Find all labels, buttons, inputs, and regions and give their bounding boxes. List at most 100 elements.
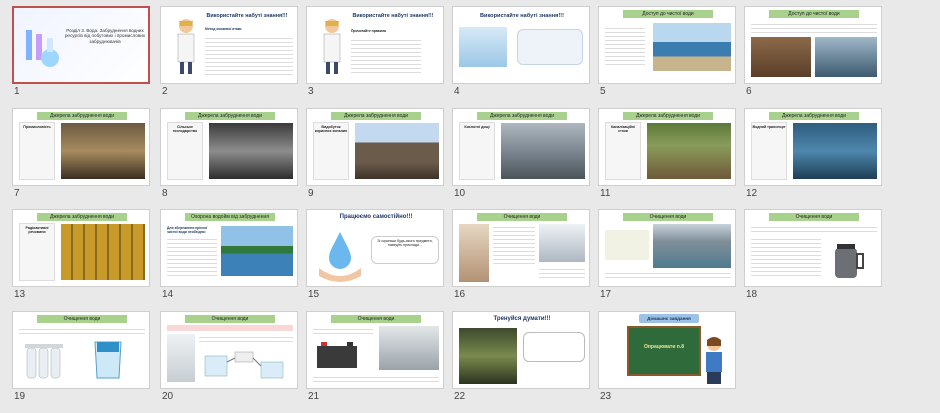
slide-thumb-7[interactable]: Джерела забруднення води Промисловість 7 (12, 108, 158, 210)
slide-body (751, 21, 877, 33)
slide-15[interactable]: Працюємо самостійно!!! Зі скриньки будь-… (306, 209, 444, 287)
slide-thumb-13[interactable]: Джерела забруднення води Радіоактивні ре… (12, 209, 158, 311)
slide-number: 6 (746, 86, 752, 97)
slide-3[interactable]: Використайте набуті знання!!! Прочитайте… (306, 6, 444, 84)
task-bubble: Зі скриньки будь-якого предмета, наведіт… (371, 236, 439, 264)
barrels-photo (61, 224, 145, 280)
filter-system-photo (23, 338, 73, 382)
slide-9[interactable]: Джерела забруднення води Видобуток корис… (306, 108, 444, 186)
slide-number: 19 (14, 391, 26, 402)
slide-number: 11 (600, 188, 611, 199)
slide-21[interactable]: Очищення води (306, 311, 444, 389)
slide-5[interactable]: Доступ до чистої води (598, 6, 736, 84)
slide-thumb-15[interactable]: Працюємо самостійно!!! Зі скриньки будь-… (306, 209, 452, 311)
oil-spill-photo (793, 123, 877, 179)
slide-body (493, 224, 535, 264)
distiller-photo (167, 334, 195, 382)
slide-thumb-19[interactable]: Очищення води 19 (12, 311, 158, 413)
slide-title: Тренуйся думати!!! (493, 316, 551, 322)
slide-number: 23 (600, 391, 612, 402)
source-label-box: Сільське господарство (167, 122, 203, 180)
slide-header-band: Джерела забруднення води (331, 112, 421, 120)
slide-11[interactable]: Джерела забруднення води Каналізаційні с… (598, 108, 736, 186)
slide-number: 21 (308, 391, 320, 402)
slide-body (205, 35, 293, 75)
slide-number: 14 (162, 289, 174, 300)
battery-photo (315, 340, 359, 370)
slide-header-band: Джерела забруднення води (37, 213, 127, 221)
slide-thumb-4[interactable]: Використайте набуті знання!!! 4 (452, 6, 598, 108)
slide-12[interactable]: Джерела забруднення води Водний транспор… (744, 108, 882, 186)
slide-23[interactable]: Домашнє завдання Опрацювати п.8 (598, 311, 736, 389)
slide-thumb-14[interactable]: Охорона водойм від забруднення Для збере… (160, 209, 306, 311)
slide-body (19, 326, 145, 334)
slide-14[interactable]: Охорона водойм від забруднення Для збере… (160, 209, 298, 287)
slide-header-band: Джерела забруднення води (37, 112, 127, 120)
slide-10[interactable]: Джерела забруднення води Кислотні дощі (452, 108, 590, 186)
teacher-illustration (699, 334, 729, 386)
slide-subtitle: Метод мозкової атаки (205, 27, 242, 31)
slide-thumb-21[interactable]: Очищення води 21 (306, 311, 452, 413)
slide-22[interactable]: Тренуйся думати!!! (452, 311, 590, 389)
slide-body (199, 334, 293, 344)
slide-number: 18 (746, 289, 758, 300)
slide-18[interactable]: Очищення води (744, 209, 882, 287)
slide-header-band: Доступ до чистої води (623, 10, 713, 18)
slide-header-band: Очищення води (623, 213, 713, 221)
slide-13[interactable]: Джерела забруднення води Радіоактивні ре… (12, 209, 150, 287)
sewage-pipe-photo (647, 123, 731, 179)
slide-thumb-3[interactable]: Використайте набуті знання!!! Прочитайте… (306, 6, 452, 108)
slide-thumb-16[interactable]: Очищення води 16 (452, 209, 598, 311)
slide-header-band: Джерела забруднення води (185, 112, 275, 120)
slide-body-2 (751, 236, 821, 276)
slide-2[interactable]: Використайте набуті знання!!! Метод мозк… (160, 6, 298, 84)
treatment-plant-photo (653, 224, 731, 268)
slide-6[interactable]: Доступ до чистої води (744, 6, 882, 84)
slide-thumb-9[interactable]: Джерела забруднення води Видобуток корис… (306, 108, 452, 210)
slide-thumb-18[interactable]: Очищення води 18 (744, 209, 890, 311)
slide-number: 8 (162, 188, 168, 199)
slide-number: 2 (162, 86, 168, 97)
slide-17[interactable]: Очищення води (598, 209, 736, 287)
info-box (605, 230, 649, 260)
slide-8[interactable]: Джерела забруднення води Сільське господ… (160, 108, 298, 186)
faucet-photo (539, 224, 585, 262)
slide-number: 22 (454, 391, 466, 402)
slide-sorter: Розділ 3. Вода. Забруднення водних ресур… (0, 0, 940, 411)
slide-thumb-8[interactable]: Джерела забруднення води Сільське господ… (160, 108, 306, 210)
slide-header-band: Очищення води (769, 213, 859, 221)
slide-thumb-23[interactable]: Домашнє завдання Опрацювати п.8 23 (598, 311, 744, 413)
faucet-photo (459, 27, 507, 67)
slide-20[interactable]: Очищення води (160, 311, 298, 389)
slide-body (351, 37, 421, 73)
hands-water-photo (815, 37, 877, 77)
slide-4[interactable]: Використайте набуті знання!!! (452, 6, 590, 84)
slide-body (751, 224, 877, 232)
slide-thumb-12[interactable]: Джерела забруднення води Водний транспор… (744, 108, 890, 210)
distillation-diagram (201, 348, 291, 382)
lake-photo (221, 226, 293, 276)
slide-thumb-20[interactable]: Очищення води 20 (160, 311, 306, 413)
slide-thumb-22[interactable]: Тренуйся думати!!! 22 (452, 311, 598, 413)
slide-1[interactable]: Розділ 3. Вода. Забруднення водних ресур… (12, 6, 150, 84)
slide-thumb-1[interactable]: Розділ 3. Вода. Забруднення водних ресур… (12, 6, 158, 108)
slide-7[interactable]: Джерела забруднення води Промисловість (12, 108, 150, 186)
slide-thumb-2[interactable]: Використайте набуті знання!!! Метод мозк… (160, 6, 306, 108)
slide-thumb-5[interactable]: Доступ до чистої води 5 (598, 6, 744, 108)
slide-thumb-6[interactable]: Доступ до чистої води 6 (744, 6, 890, 108)
slide-16[interactable]: Очищення води (452, 209, 590, 287)
source-label-box: Видобуток корисних копалин (313, 122, 349, 180)
slide-body (313, 326, 373, 336)
slide-header-band: Очищення води (185, 315, 275, 323)
slide-thumb-11[interactable]: Джерела забруднення води Каналізаційні с… (598, 108, 744, 210)
slide-thumb-17[interactable]: Очищення води 17 (598, 209, 744, 311)
slide-subtitle: Для збереження прісної чистої води необх… (167, 226, 208, 234)
slide-19[interactable]: Очищення води (12, 311, 150, 389)
homework-banner: Домашнє завдання (639, 314, 699, 323)
slide-thumb-10[interactable]: Джерела забруднення води Кислотні дощі 1… (452, 108, 598, 210)
slide-body (167, 236, 217, 278)
person-thinking-photo (459, 328, 517, 384)
slide-subtitle: Прочитайте правила (351, 29, 386, 33)
slide-caption (313, 374, 439, 384)
source-label-box: Промисловість (19, 122, 55, 180)
